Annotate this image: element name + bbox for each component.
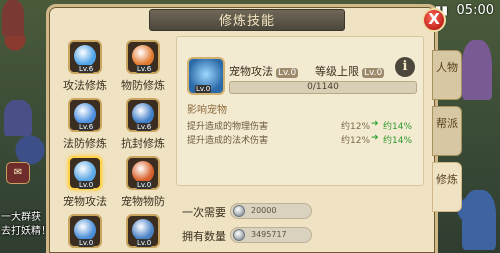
skill-icon: [132, 45, 154, 67]
silver-coin-icon: [233, 205, 245, 217]
xp-progress-bar: 0/1140: [229, 81, 417, 94]
tab-label: 修炼: [436, 173, 458, 186]
skill-level-badge: Lv.0: [276, 68, 299, 78]
skill-icon: [132, 103, 154, 125]
skill-level: Lv.0: [136, 239, 153, 247]
cost-once-value: 20000: [251, 206, 277, 215]
skill-item[interactable]: Lv.6 攻法修炼: [58, 40, 112, 93]
world-character-right-top: [462, 40, 492, 100]
skill-level: Lv.6: [136, 123, 153, 131]
effect-current: 约12%: [341, 136, 371, 146]
effect-label: 提升造成的法术伤害: [187, 136, 269, 146]
tab-label: 人物: [436, 61, 458, 74]
arrow-up-icon: ➜: [371, 133, 379, 143]
info-icon: i: [402, 59, 408, 74]
close-icon: X: [428, 10, 440, 28]
max-level-label: 等级上限: [315, 65, 359, 78]
skill-name: 宠物攻法: [63, 195, 107, 208]
effect-row: 提升造成的物理伤害 约12% ➜ 约14%: [187, 119, 415, 132]
skill-icon-slot: Lv.6: [68, 40, 102, 74]
effect-current: 约12%: [341, 122, 371, 132]
skill-icon-slot: Lv.6: [126, 40, 160, 74]
skill-icon: [74, 161, 96, 183]
pet-skill-icon: Lv.0: [187, 57, 225, 95]
skill-icon: [74, 219, 96, 241]
skill-level: Lv.6: [136, 65, 153, 73]
skill-name: 抗封修炼: [121, 137, 165, 150]
world-character-top-left: [2, 0, 24, 36]
panel-title-bar: 修炼技能: [149, 9, 345, 31]
skill-icon-slot: Lv.0: [126, 214, 160, 248]
chat-icon[interactable]: ✉: [6, 162, 30, 184]
tab-guild[interactable]: 帮派: [432, 106, 462, 156]
skill-item[interactable]: Lv.6 法防修炼: [58, 98, 112, 151]
world-character-left: [4, 100, 32, 136]
skill-icon: [74, 45, 96, 67]
pet-skill-level: Lv.0: [195, 85, 212, 93]
chat-line-2: 去打妖精！: [1, 226, 51, 237]
cost-once-value-box: 20000: [230, 203, 312, 219]
cost-once-label: 一次需要: [182, 206, 226, 219]
silver-coin-icon: [233, 229, 245, 241]
skill-name: 宠物攻法 Lv.0: [229, 63, 299, 79]
info-button[interactable]: i: [395, 57, 415, 77]
skill-level: Lv.0: [78, 239, 95, 247]
skill-level: Lv.6: [78, 65, 95, 73]
owned-value-box: 3495717: [230, 227, 312, 243]
skill-level: Lv.0: [78, 181, 95, 189]
panel-title: 修炼技能: [218, 14, 275, 29]
close-button[interactable]: X: [422, 8, 446, 32]
skill-item[interactable]: Lv.0 宠物物防: [116, 156, 170, 209]
skill-icon-slot: Lv.6: [126, 98, 160, 132]
skill-name: 宠物物防: [121, 195, 165, 208]
skill-item[interactable]: Lv.0: [116, 214, 170, 251]
skill-icon-slot: Lv.0: [68, 214, 102, 248]
skill-icon: [74, 103, 96, 125]
skill-detail: Lv.0 宠物攻法 Lv.0 等级上限 Lv.0 i 0/1140 影响宠物 提升造…: [176, 36, 424, 186]
skill-item[interactable]: Lv.0 宠物攻法: [58, 156, 112, 209]
skill-icon-slot: Lv.6: [68, 98, 102, 132]
skill-name: 法防修炼: [63, 137, 107, 150]
effect-row: 提升造成的法术伤害 约12% ➜ 约14%: [187, 133, 415, 146]
skill-item[interactable]: Lv.6 物防修炼: [116, 40, 170, 93]
arrow-up-icon: ➜: [371, 119, 379, 129]
skill-icon: [132, 161, 154, 183]
tab-character[interactable]: 人物: [432, 50, 462, 100]
effects-title: 影响宠物: [187, 105, 227, 116]
skill-icon: [132, 219, 154, 241]
effect-next: 约14%: [383, 122, 413, 132]
skill-icon-slot: Lv.0: [68, 156, 102, 190]
status-bar: ◠ ▮▮▮ 05:00: [414, 3, 494, 18]
max-level: 等级上限 Lv.0: [315, 63, 385, 79]
skill-item[interactable]: Lv.6 抗封修炼: [116, 98, 170, 151]
owned-row: 拥有数量 3495717: [182, 227, 312, 244]
skill-item[interactable]: Lv.0: [58, 214, 112, 251]
owned-value: 3495717: [251, 230, 287, 239]
world-character-right-bottom: [462, 190, 496, 250]
cost-once-row: 一次需要 20000: [182, 203, 312, 220]
effect-next: 约14%: [383, 136, 413, 146]
chat-line-1: 一大群获: [1, 212, 41, 223]
xp-progress-text: 0/1140: [307, 82, 339, 92]
status-time: 05:00: [456, 3, 494, 18]
owned-label: 拥有数量: [182, 230, 226, 243]
max-level-badge: Lv.0: [362, 68, 385, 78]
skill-name-text: 宠物攻法: [229, 65, 273, 78]
skill-level: Lv.6: [78, 123, 95, 131]
skill-name: 攻法修炼: [63, 79, 107, 92]
effect-label: 提升造成的物理伤害: [187, 122, 269, 132]
tab-cultivation[interactable]: 修炼: [432, 162, 462, 212]
skill-name: 物防修炼: [121, 79, 165, 92]
tab-label: 帮派: [436, 117, 458, 130]
skill-icon-slot: Lv.0: [126, 156, 160, 190]
skill-level: Lv.0: [136, 181, 153, 189]
